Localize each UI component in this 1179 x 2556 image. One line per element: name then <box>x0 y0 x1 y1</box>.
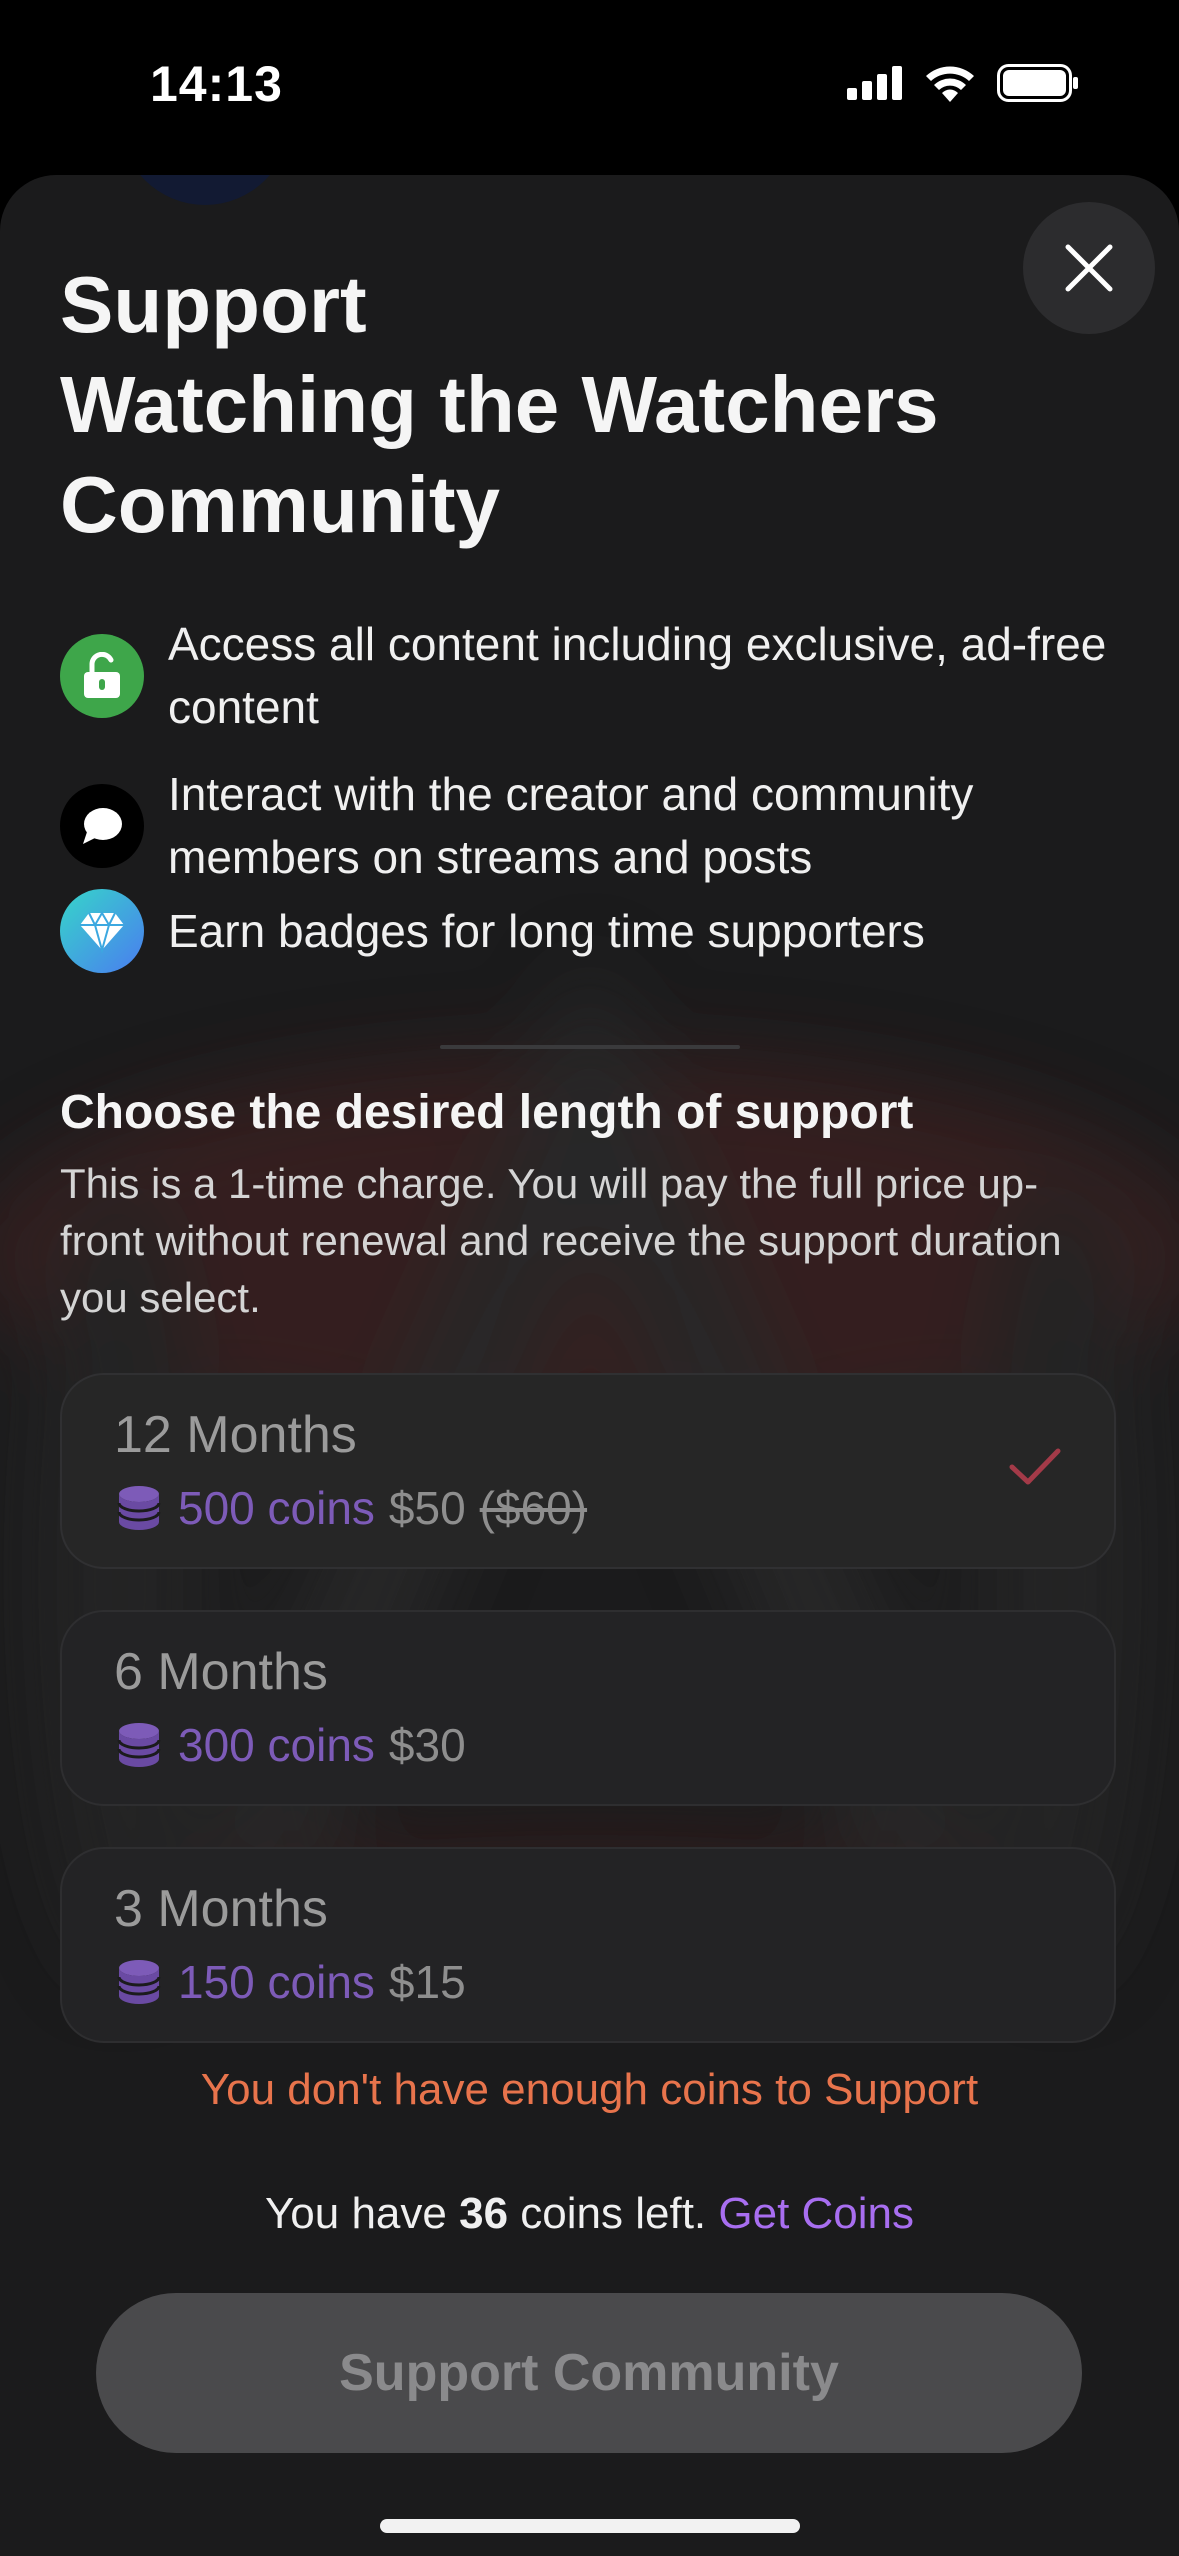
chat-bubble-icon <box>60 784 144 868</box>
option-duration: 3 Months <box>114 1880 328 1938</box>
benefit-text: Interact with the creator and community … <box>168 768 974 883</box>
benefit-item: Interact with the creator and community … <box>60 763 1128 889</box>
support-modal: Support Watching the Watchers Community … <box>0 175 1179 2556</box>
coin-stack-icon <box>114 1958 164 2006</box>
option-usd-price: $50 <box>388 1482 466 1534</box>
option-price: 150 coins $15 <box>114 1955 466 2009</box>
option-12-months[interactable]: 12 Months 500 coins $50 ($60) <box>60 1373 1116 1569</box>
benefit-text: Access all content including exclusive, … <box>168 618 1107 733</box>
option-duration: 6 Months <box>114 1643 328 1701</box>
coin-balance: You have 36 coins left. Get Coins <box>0 2189 1179 2239</box>
benefit-item: Access all content including exclusive, … <box>60 613 1128 739</box>
title-line: Community <box>60 460 500 549</box>
status-bar: 14:13 <box>0 0 1179 175</box>
status-time: 14:13 <box>150 56 283 112</box>
insufficient-coins-warning: You don't have enough coins to Support <box>200 2065 979 2114</box>
option-coins: 500 coins <box>178 1482 375 1534</box>
benefit-text: Earn badges for long time supporters <box>168 904 925 957</box>
checkmark-icon <box>1009 1448 1061 1485</box>
get-coins-link[interactable]: Get Coins <box>718 2189 914 2238</box>
wifi-icon <box>926 66 974 102</box>
option-coins: 150 coins <box>178 1956 375 2008</box>
option-price: 300 coins $30 <box>114 1718 466 1772</box>
status-icons <box>847 64 1079 102</box>
diamond-badge-icon <box>60 889 144 973</box>
option-3-months[interactable]: 3 Months 150 coins $15 <box>60 1847 1116 2043</box>
creator-avatar <box>120 175 290 205</box>
option-coins: 300 coins <box>178 1719 375 1771</box>
close-icon <box>1065 244 1113 292</box>
section-title: Choose the desired length of support <box>60 1086 914 1139</box>
option-6-months[interactable]: 6 Months 300 coins $30 <box>60 1610 1116 1806</box>
support-community-button[interactable]: Support Community <box>96 2293 1082 2453</box>
section-description: This is a 1-time charge. You will pay th… <box>60 1160 1062 1321</box>
option-usd-price: $15 <box>388 1956 466 2008</box>
balance-amount: 36 <box>459 2189 509 2238</box>
option-old-price: ($60) <box>479 1482 588 1534</box>
benefit-item: Earn badges for long time supporters <box>60 889 1128 973</box>
divider <box>440 1045 740 1049</box>
modal-title: Support Watching the Watchers Community <box>60 255 1060 555</box>
option-usd-price: $30 <box>388 1719 466 1771</box>
balance-suffix: coins left. <box>520 2189 707 2238</box>
option-price: 500 coins $50 ($60) <box>114 1481 587 1535</box>
cellular-signal-icon <box>847 66 902 100</box>
coin-stack-icon <box>114 1721 164 1769</box>
unlock-icon <box>60 634 144 718</box>
title-line: Watching the Watchers <box>60 360 939 449</box>
title-line: Support <box>60 260 367 349</box>
home-indicator <box>380 2519 800 2533</box>
balance-prefix: You have <box>264 2189 447 2238</box>
battery-icon <box>997 64 1078 102</box>
coin-stack-icon <box>114 1484 164 1532</box>
option-duration: 12 Months <box>114 1406 357 1464</box>
